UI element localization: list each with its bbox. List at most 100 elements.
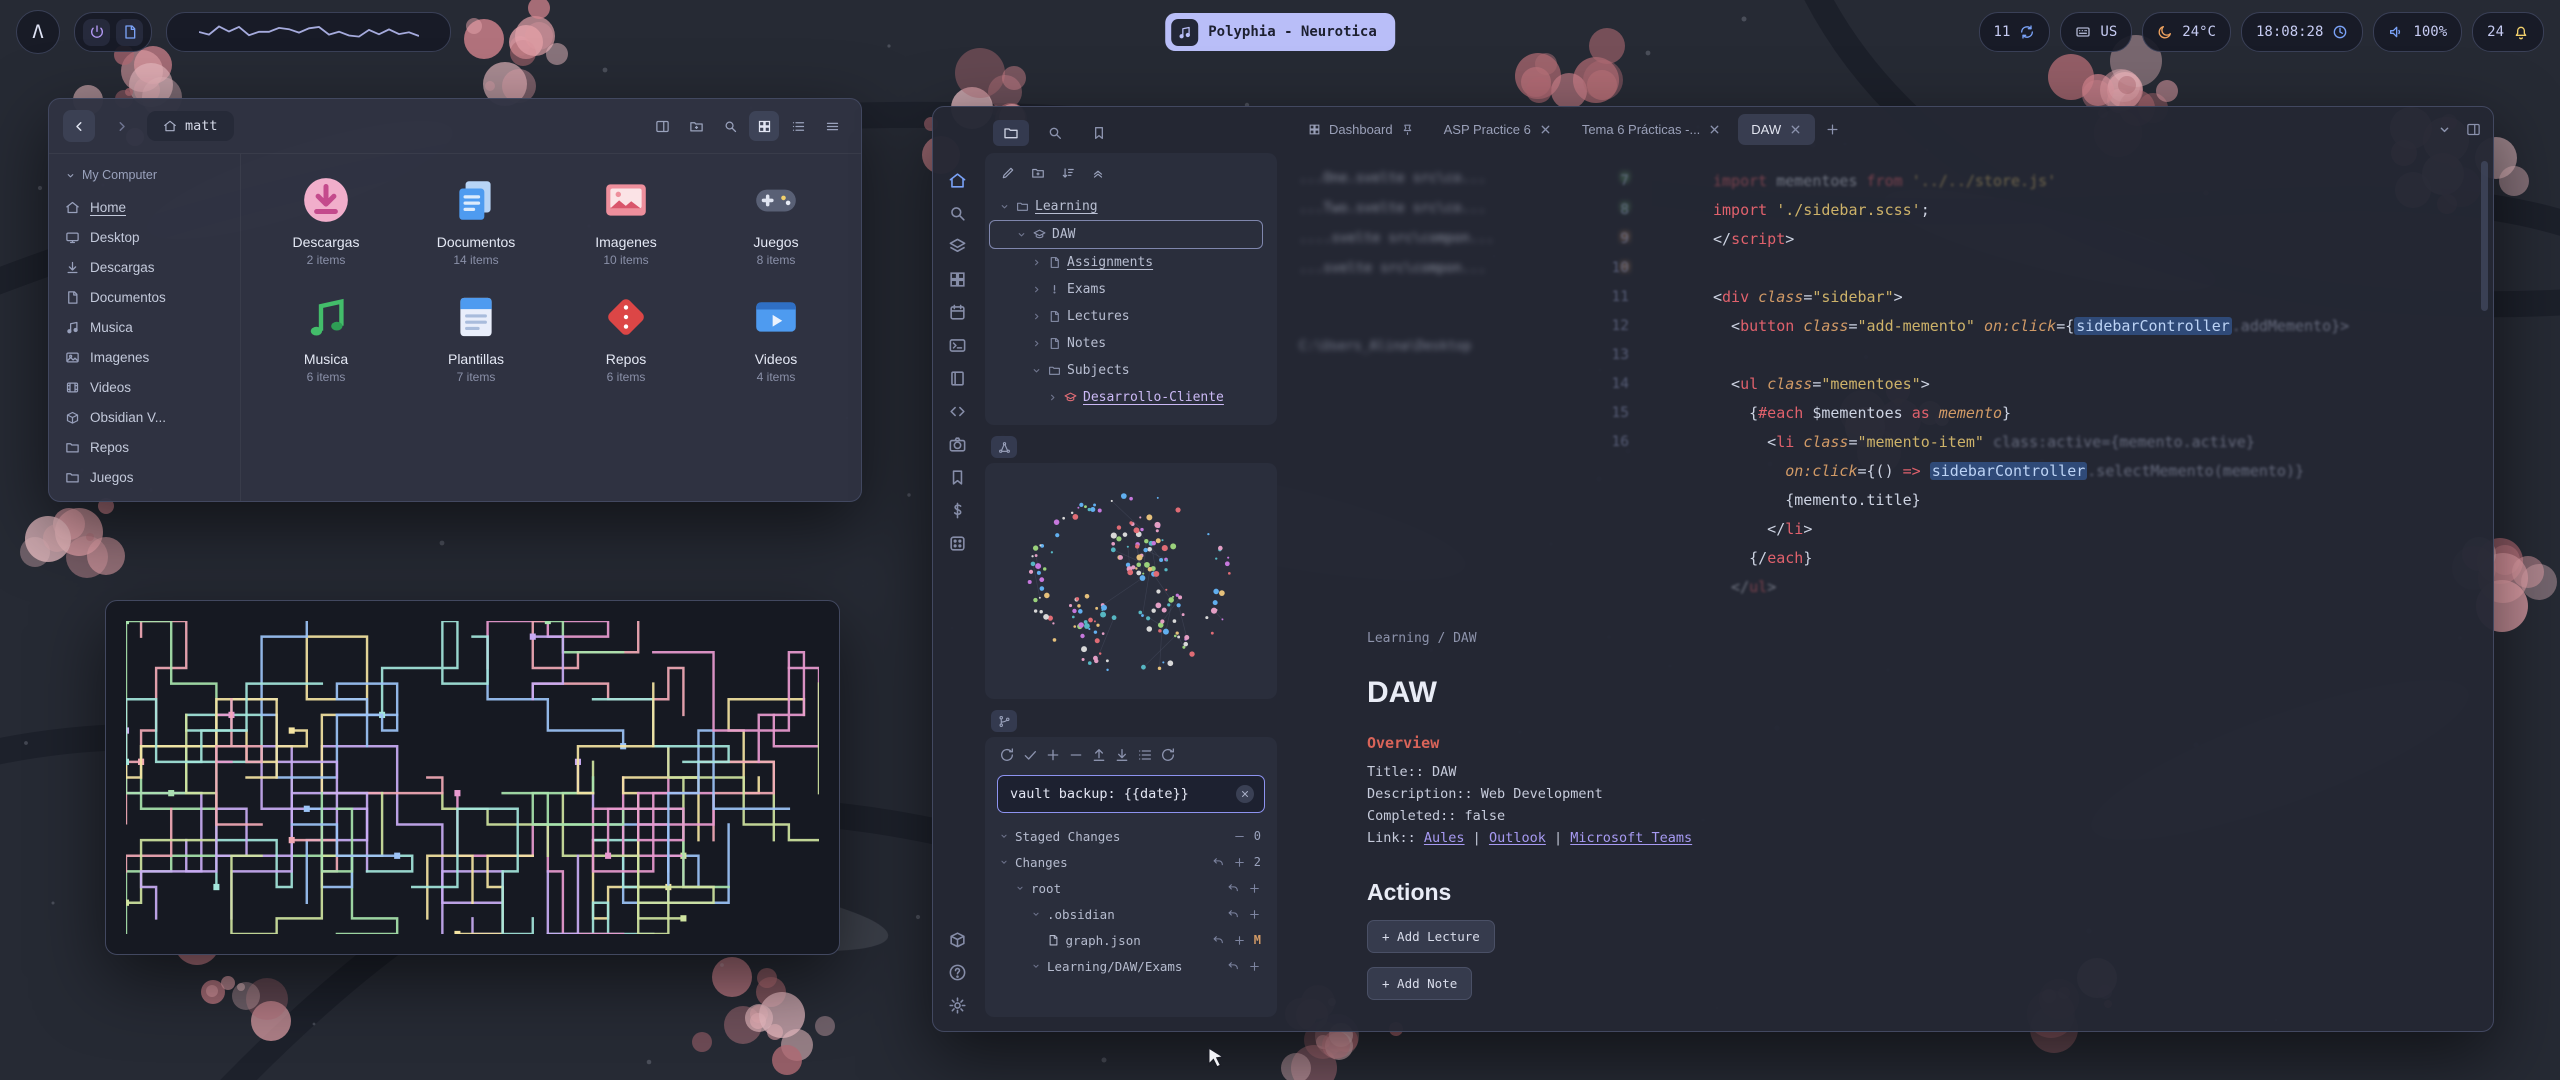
- files-sidebar-item-videos[interactable]: Videos: [65, 372, 234, 402]
- folder-repos[interactable]: Repos 6 items: [551, 291, 701, 384]
- updates-indicator[interactable]: 11: [1979, 12, 2051, 52]
- git-upload-button-4[interactable]: [1091, 747, 1107, 763]
- ribbon-code-button[interactable]: [948, 402, 967, 421]
- link-outlook[interactable]: Outlook: [1489, 830, 1546, 846]
- launcher-button[interactable]: Λ: [16, 10, 60, 54]
- files-sidebar-item-desktop[interactable]: Desktop: [65, 222, 234, 252]
- files-sidebar-item-juegos[interactable]: Juegos: [65, 462, 234, 492]
- fm-tool-hamburger-button[interactable]: [817, 111, 847, 141]
- fm-tool-search-button[interactable]: [715, 111, 745, 141]
- new-tab-button[interactable]: [1825, 122, 1840, 137]
- scrollbar-thumb[interactable]: [2481, 161, 2488, 311]
- tree-item-lectures[interactable]: Lectures: [989, 303, 1273, 330]
- editor-content[interactable]: ...One.svelte src\co... U...Two.svelte s…: [1283, 151, 2493, 1031]
- explorer-sort-button[interactable]: [1055, 161, 1081, 185]
- files-sidebar-item-descargas[interactable]: Descargas: [65, 252, 234, 282]
- git-row-learning-daw-exams[interactable]: Learning/DAW/Exams: [995, 953, 1267, 979]
- folder-juegos[interactable]: Juegos 8 items: [701, 174, 851, 267]
- keyboard-layout[interactable]: US: [2060, 12, 2132, 52]
- ribbon-grid-button[interactable]: [948, 270, 967, 289]
- folder-musica[interactable]: Musica 6 items: [251, 291, 401, 384]
- files-sidebar-item-documentos[interactable]: Documentos: [65, 282, 234, 312]
- tab-dashboard[interactable]: Dashboard: [1295, 114, 1427, 145]
- tree-item-exams[interactable]: Exams: [989, 276, 1273, 303]
- breadcrumb[interactable]: matt: [147, 111, 234, 141]
- files-sidebar-item-obsidian-v[interactable]: Obsidian V...: [65, 402, 234, 432]
- ribbon-dice-button[interactable]: [948, 534, 967, 553]
- forward-button[interactable]: [105, 110, 137, 142]
- git-refresh-button-0[interactable]: [999, 747, 1015, 763]
- files-sidebar-item-musica[interactable]: Musica: [65, 312, 234, 342]
- git-check-button-1[interactable]: [1022, 747, 1038, 763]
- git-row-staged-changes[interactable]: Staged Changes0: [995, 823, 1267, 849]
- code-block[interactable]: import mementoes from '../../store.js'im…: [1713, 167, 2349, 602]
- git-plus-button-2[interactable]: [1045, 747, 1061, 763]
- sidebar-header[interactable]: My Computer: [65, 168, 234, 182]
- panel-tab-search[interactable]: [1037, 120, 1073, 146]
- graph-pane-tab[interactable]: [981, 433, 1281, 461]
- tree-item-assignments[interactable]: Assignments: [989, 249, 1273, 276]
- graph-view[interactable]: [993, 471, 1269, 691]
- ribbon-box-button[interactable]: [948, 930, 967, 949]
- panel-tab-folder[interactable]: [993, 120, 1029, 146]
- commit-message-input[interactable]: [1008, 785, 1228, 803]
- ribbon-camera-button[interactable]: [948, 435, 967, 454]
- close-tab-button[interactable]: [1708, 123, 1721, 136]
- tree-item-desarrollo-cliente[interactable]: Desarrollo-Cliente: [989, 384, 1273, 411]
- folder-imagenes[interactable]: Imagenes 10 items: [551, 174, 701, 267]
- files-sidebar-item-home[interactable]: Home: [65, 192, 234, 222]
- ribbon-home-button[interactable]: [948, 171, 967, 190]
- ribbon-gear-button[interactable]: [948, 996, 967, 1015]
- clock-indicator[interactable]: 18:08:28: [2241, 12, 2363, 52]
- weather-indicator[interactable]: 24°C: [2142, 12, 2231, 52]
- tab-tema-6-pr-cticas[interactable]: Tema 6 Prácticas -...: [1569, 114, 1734, 145]
- files-sidebar-item-imagenes[interactable]: Imagenes: [65, 342, 234, 372]
- link-aules[interactable]: Aules: [1424, 830, 1465, 846]
- close-tab-button[interactable]: [1789, 123, 1802, 136]
- ribbon-terminal-button[interactable]: [948, 336, 967, 355]
- power-button[interactable]: [83, 19, 110, 46]
- folder-documentos[interactable]: Documentos 14 items: [401, 174, 551, 267]
- explorer-collapse-button[interactable]: [1085, 161, 1111, 185]
- git-refresh-button-7[interactable]: [1160, 747, 1176, 763]
- notifications-indicator[interactable]: 24: [2472, 12, 2544, 52]
- git-pane-tab[interactable]: [981, 707, 1281, 735]
- clear-message-button[interactable]: [1236, 785, 1254, 803]
- tabbar-chevdown-button[interactable]: [2437, 122, 2452, 137]
- fm-tool-list-button[interactable]: [783, 111, 813, 141]
- notes-button[interactable]: [116, 19, 143, 46]
- local-graph-pane[interactable]: [985, 463, 1277, 699]
- tabbar-split-button[interactable]: [2466, 122, 2481, 137]
- ribbon-calendar-button[interactable]: [948, 303, 967, 322]
- fm-tool-split-button[interactable]: [647, 111, 677, 141]
- now-playing[interactable]: Polyphia - Neurotica: [1165, 13, 1395, 51]
- tab-daw[interactable]: DAW: [1738, 114, 1815, 145]
- ribbon-layers-button[interactable]: [948, 237, 967, 256]
- tree-item-learning[interactable]: Learning: [989, 193, 1273, 220]
- tree-item-subjects[interactable]: Subjects: [989, 357, 1273, 384]
- git-row-changes[interactable]: Changes2: [995, 849, 1267, 875]
- files-sidebar-item-repos[interactable]: Repos: [65, 432, 234, 462]
- ribbon-search-button[interactable]: [948, 204, 967, 223]
- git-row-graph-json[interactable]: graph.jsonM: [995, 927, 1267, 953]
- panel-tab-bookmark[interactable]: [1081, 120, 1117, 146]
- ribbon-dollar-button[interactable]: [948, 501, 967, 520]
- action-add-lecture-button[interactable]: + Add Lecture: [1367, 920, 1495, 953]
- close-tab-button[interactable]: [1539, 123, 1552, 136]
- ribbon-help-button[interactable]: [948, 963, 967, 982]
- git-list-button-6[interactable]: [1137, 747, 1153, 763]
- explorer-folderplus-button[interactable]: [1025, 161, 1051, 185]
- ribbon-book-button[interactable]: [948, 369, 967, 388]
- tab-asp-practice-6[interactable]: ASP Practice 6: [1431, 114, 1565, 145]
- folder-descargas[interactable]: Descargas 2 items: [251, 174, 401, 267]
- fm-tool-folderplus-button[interactable]: [681, 111, 711, 141]
- volume-indicator[interactable]: 100%: [2373, 12, 2462, 52]
- folder-plantillas[interactable]: Plantillas 7 items: [401, 291, 551, 384]
- action-add-note-button[interactable]: + Add Note: [1367, 967, 1472, 1000]
- git-row-root[interactable]: root: [995, 875, 1267, 901]
- ribbon-bookmark-button[interactable]: [948, 468, 967, 487]
- git-row-obsidian[interactable]: .obsidian: [995, 901, 1267, 927]
- git-download-button-5[interactable]: [1114, 747, 1130, 763]
- folder-videos[interactable]: Videos 4 items: [701, 291, 851, 384]
- link-microsoft-teams[interactable]: Microsoft Teams: [1570, 830, 1692, 846]
